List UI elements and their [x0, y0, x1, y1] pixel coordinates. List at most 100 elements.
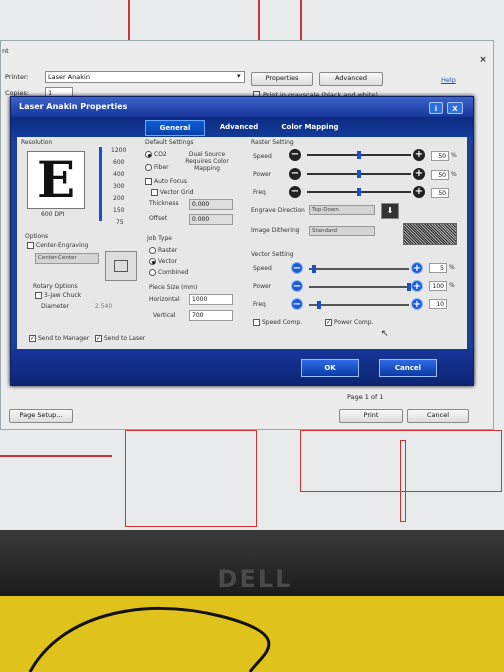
page-setup-button[interactable]: Page Setup... — [9, 409, 73, 423]
vector-power-unit: % — [449, 282, 455, 289]
vector-freq-slider[interactable] — [309, 301, 409, 309]
vector-speed-slider-thumb[interactable] — [312, 265, 316, 273]
res-300: 300 — [113, 183, 125, 190]
raster-freq-label: Freq — [253, 189, 266, 196]
speed-comp-label: Speed Comp. — [262, 319, 303, 326]
help-icon[interactable]: i — [429, 102, 443, 114]
vector-speed-unit: % — [449, 264, 455, 271]
center-engraving-checkbox[interactable] — [27, 242, 34, 249]
vertical-label: Vertical — [153, 312, 176, 319]
drawing-line — [128, 0, 130, 42]
send-to-manager-checkbox[interactable]: ✓ — [29, 335, 36, 342]
raster-freq-slider[interactable] — [307, 188, 411, 196]
vector-freq-slider-thumb[interactable] — [317, 301, 321, 309]
raster-power-plus-button[interactable]: + — [413, 168, 425, 180]
printer-select[interactable]: Laser Anakin — [45, 71, 245, 83]
general-panel: Resolution E 600 DPI 1200 600 400 300 20… — [17, 137, 467, 349]
send-to-laser-label: Send to Laser — [104, 335, 146, 342]
tab-advanced[interactable]: Advanced — [211, 120, 267, 134]
job-type-label: Job Type — [147, 235, 172, 242]
horizontal-input[interactable]: 1000 — [189, 294, 233, 305]
raster-power-label: Power — [253, 171, 272, 178]
combined-radio[interactable] — [149, 269, 156, 276]
fiber-radio[interactable] — [145, 164, 152, 171]
raster-radio[interactable] — [149, 247, 156, 254]
monitor-screen: nt × Printer: Laser Anakin ▾ Properties … — [0, 0, 504, 540]
center-position-grid[interactable] — [105, 251, 137, 281]
res-1200: 1200 — [111, 147, 127, 154]
vector-speed-slider[interactable] — [309, 265, 409, 273]
auto-focus-checkbox[interactable] — [145, 178, 152, 185]
image-dithering-select[interactable]: Standard — [309, 226, 375, 236]
ok-button[interactable]: OK — [301, 359, 359, 377]
jaw-chuck-checkbox[interactable] — [35, 292, 42, 299]
raster-freq-slider-thumb[interactable] — [357, 188, 361, 196]
power-comp-label: Power Comp. — [334, 319, 374, 326]
center-dropdown[interactable]: Center-Center — [35, 253, 99, 264]
vector-freq-plus-button[interactable]: + — [411, 298, 423, 310]
vector-freq-value[interactable]: 10 — [429, 299, 447, 309]
properties-dialog: Laser Anakin Properties i X General Adva… — [10, 96, 474, 386]
default-settings-label: Default Settings — [145, 139, 194, 146]
vector-power-minus-button[interactable]: − — [291, 280, 303, 292]
help-link[interactable]: Help — [441, 76, 456, 84]
diameter-value[interactable]: 2.540 — [95, 303, 112, 310]
dithering-preview — [403, 223, 457, 245]
res-200: 200 — [113, 195, 125, 202]
cancel-button[interactable]: Cancel — [407, 409, 469, 423]
vector-speed-minus-button[interactable]: − — [291, 262, 303, 274]
raster-power-minus-button[interactable]: − — [289, 168, 301, 180]
vector-grid-checkbox[interactable] — [151, 189, 158, 196]
raster-speed-slider-thumb[interactable] — [357, 151, 361, 159]
rotary-options-label: Rotary Options — [33, 283, 78, 290]
cable-shape — [28, 606, 271, 672]
cancel-button[interactable]: Cancel — [379, 359, 437, 377]
raster-speed-minus-button[interactable]: − — [289, 149, 301, 161]
arrow-down-icon[interactable]: ⬇ — [381, 203, 399, 219]
thickness-input[interactable]: 0.000 — [189, 199, 233, 210]
power-comp-checkbox[interactable]: ✓ — [325, 319, 332, 326]
tab-general[interactable]: General — [145, 120, 205, 136]
vector-setting-label: Vector Setting — [251, 251, 294, 258]
drawing-line — [258, 0, 260, 42]
vertical-input[interactable]: 700 — [189, 310, 233, 321]
advanced-button[interactable]: Advanced — [319, 72, 383, 86]
fiber-label: Fiber — [154, 164, 169, 171]
raster-speed-plus-button[interactable]: + — [413, 149, 425, 161]
offset-input[interactable]: 0.000 — [189, 214, 233, 225]
close-icon[interactable]: × — [478, 55, 488, 65]
raster-power-slider-thumb[interactable] — [357, 170, 361, 178]
engrave-direction-select[interactable]: Top-Down — [309, 205, 375, 215]
properties-footer: OK Cancel — [11, 349, 473, 385]
vector-power-value[interactable]: 100 — [429, 281, 447, 291]
auto-focus-label: Auto Focus — [154, 178, 187, 185]
raster-speed-label: Speed — [253, 153, 272, 160]
vector-power-plus-button[interactable]: + — [411, 280, 423, 292]
raster-speed-value[interactable]: 50 — [431, 151, 449, 161]
co2-radio[interactable] — [145, 151, 152, 158]
speed-comp-checkbox[interactable] — [253, 319, 260, 326]
desk-surface — [0, 596, 504, 672]
resolution-slider[interactable] — [99, 147, 102, 221]
thickness-label: Thickness — [149, 200, 179, 207]
raster-freq-value[interactable]: 50 — [431, 188, 449, 198]
raster-power-slider[interactable] — [307, 170, 411, 178]
tab-color-mapping[interactable]: Color Mapping — [273, 120, 347, 134]
vector-speed-plus-button[interactable]: + — [411, 262, 423, 274]
raster-freq-minus-button[interactable]: − — [289, 186, 301, 198]
send-to-laser-checkbox[interactable]: ✓ — [95, 335, 102, 342]
properties-button[interactable]: Properties — [251, 72, 313, 86]
raster-power-value[interactable]: 50 — [431, 170, 449, 180]
vector-power-slider[interactable] — [309, 283, 411, 291]
page-indicator: Page 1 of 1 — [347, 393, 384, 401]
close-icon[interactable]: X — [447, 102, 463, 114]
vector-speed-value[interactable]: 5 — [429, 263, 447, 273]
drawing-line — [0, 455, 112, 457]
vector-radio[interactable] — [149, 258, 156, 265]
print-button[interactable]: Print — [339, 409, 403, 423]
vector-freq-minus-button[interactable]: − — [291, 298, 303, 310]
raster-freq-plus-button[interactable]: + — [413, 186, 425, 198]
raster-speed-slider[interactable] — [307, 151, 411, 159]
print-dialog-title: nt — [2, 47, 9, 55]
raster-speed-unit: % — [451, 152, 457, 159]
